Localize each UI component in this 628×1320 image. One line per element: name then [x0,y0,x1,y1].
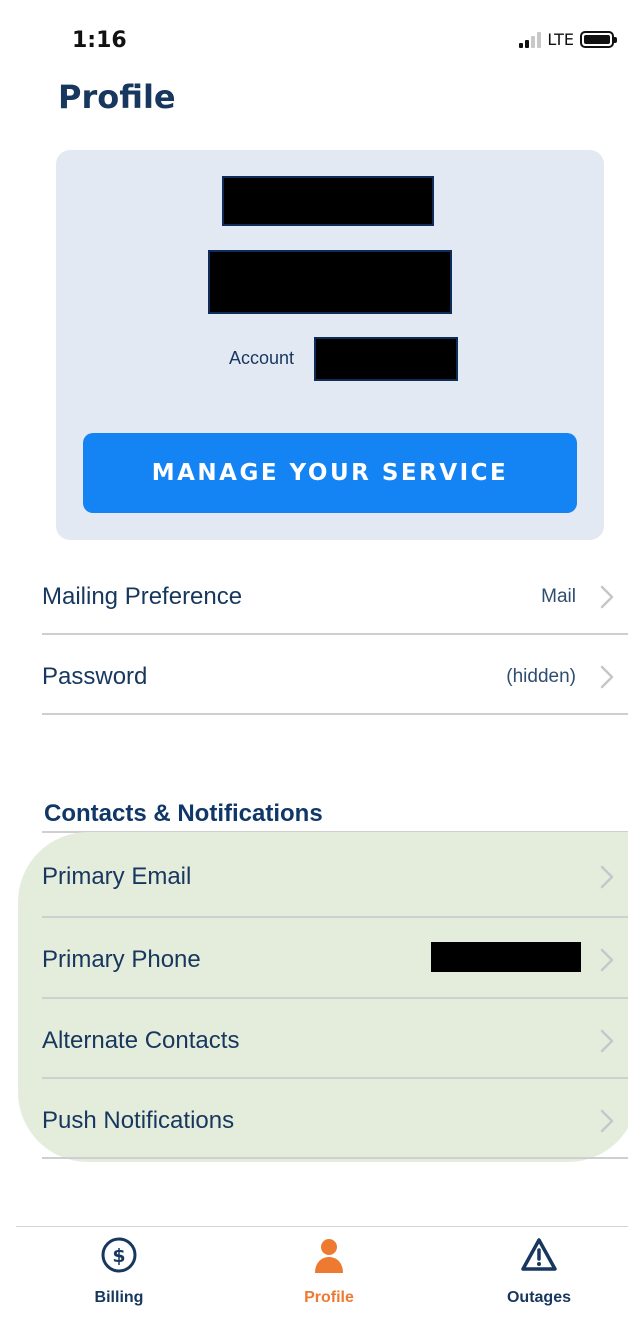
tab-profile[interactable]: Profile [249,1235,409,1307]
tab-outages-label: Outages [506,1289,571,1306]
password-label: Password [42,663,148,690]
warning-triangle-icon [521,1238,557,1271]
mailing-preference-label: Mailing Preference [42,583,243,610]
divider [42,1077,628,1079]
signal-strength-icon [519,31,542,48]
push-notifications-row[interactable]: Push Notifications [42,1081,628,1161]
divider [42,997,628,999]
status-bar: 1:16 LTE [0,0,628,80]
redacted-phone-number [431,942,581,972]
redacted-service-address [208,250,452,314]
tab-billing-label: Billing [94,1289,144,1306]
redacted-account-number [314,337,458,381]
network-type: LTE [547,30,574,49]
svg-text:$: $ [112,1245,125,1267]
dollar-circle-icon: $ [101,1237,137,1273]
password-row[interactable]: Password (hidden) [42,637,628,717]
divider [42,916,628,918]
manage-your-service-button[interactable]: MANAGE YOUR SERVICE [83,433,577,513]
alternate-contacts-label: Alternate Contacts [42,1027,240,1054]
account-number-label: Account [229,348,295,368]
tab-billing[interactable]: $ Billing [39,1235,199,1307]
divider [42,1157,628,1159]
account-card: Account MANAGE YOUR SERVICE [56,150,604,540]
primary-email-row[interactable]: Primary Email [42,837,628,917]
mailing-preference-row[interactable]: Mailing Preference Mail [42,557,628,637]
password-value: (hidden) [506,666,576,687]
chevron-right-icon [600,665,614,689]
person-icon [315,1239,343,1273]
chevron-right-icon [600,1029,614,1053]
chevron-right-icon [600,585,614,609]
divider [42,713,628,715]
push-notifications-label: Push Notifications [42,1107,235,1134]
primary-email-label: Primary Email [42,863,192,890]
chevron-right-icon [600,865,614,889]
chevron-right-icon [600,1109,614,1133]
contacts-section-title: Contacts & Notifications [44,800,323,827]
tab-bar: $ Billing Profile Outages [16,1226,628,1320]
battery-icon [580,31,617,48]
mailing-preference-value: Mail [541,586,576,607]
tab-profile-label: Profile [304,1289,354,1306]
status-indicators: LTE [519,30,617,49]
redacted-account-name [222,176,434,226]
page-title: Profile [58,78,176,116]
tab-outages[interactable]: Outages [459,1235,619,1307]
alternate-contacts-row[interactable]: Alternate Contacts [42,1001,628,1081]
chevron-right-icon [600,948,614,972]
status-time: 1:16 [72,28,127,53]
divider [42,633,628,635]
